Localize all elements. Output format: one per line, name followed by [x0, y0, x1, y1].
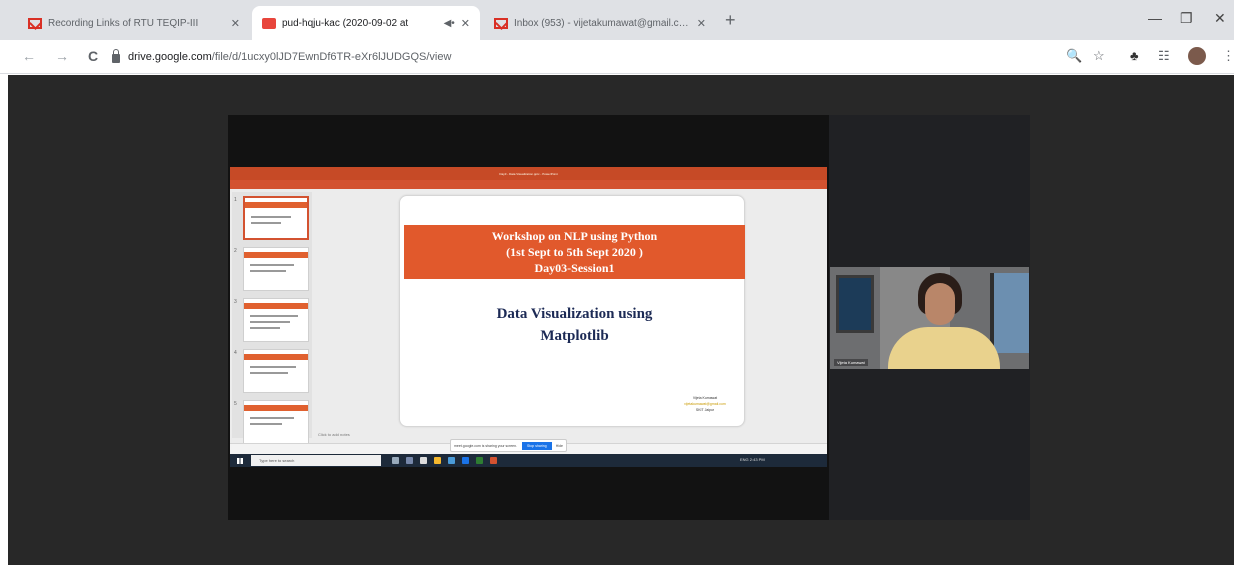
tab-inbox[interactable]: Inbox (953) - vijetakumawat@gmail.com ✕ [484, 6, 716, 40]
slide-thumbnail [243, 196, 309, 240]
tab-recording-links[interactable]: Recording Links of RTU TEQIP-III ✕ [18, 6, 250, 40]
hide-banner-button: Hide [555, 443, 563, 448]
slide-number: 4 [234, 350, 237, 356]
screen-sharing-banner: meet.google.com is sharing your screen. … [450, 439, 567, 452]
close-icon[interactable]: ✕ [697, 17, 706, 30]
tab-title: Inbox (953) - vijetakumawat@gmail.com [514, 17, 691, 29]
window-close-button[interactable]: ✕ [1214, 10, 1226, 27]
url-host: drive.google.com [128, 51, 212, 63]
slide-number: 2 [234, 248, 237, 254]
slide-number: 1 [234, 197, 237, 203]
tab-title: Recording Links of RTU TEQIP-III [48, 17, 199, 29]
slide-thumbnail [243, 400, 309, 444]
session-label: Day03-Session1 [534, 261, 615, 275]
powerpoint-icon [490, 457, 497, 464]
slide-thumbnail [243, 247, 309, 291]
back-button[interactable]: ← [22, 49, 36, 63]
tab-strip: Recording Links of RTU TEQIP-III ✕ pud-h… [0, 0, 1234, 40]
reload-button[interactable]: C [88, 49, 98, 63]
extension-icon[interactable]: ♣ [1130, 49, 1139, 63]
close-icon[interactable]: ✕ [231, 17, 240, 30]
heading-line: Matplotlib [540, 328, 609, 344]
slide-number: 5 [234, 401, 237, 407]
minimize-button[interactable]: — [1148, 10, 1162, 26]
mail-icon [462, 457, 469, 464]
restore-button[interactable]: ❐ [1180, 10, 1193, 27]
windows-start-icon [237, 458, 243, 464]
presenter-signature: Vijeta Kumawat vijetakumawat@gmail.com S… [670, 395, 740, 413]
store-icon [448, 457, 455, 464]
participant-name: Vijeta Kumawat [834, 359, 868, 366]
browser-toolbar: ← → C drive.google.com/file/d/1ucxy0lJD7… [0, 40, 1234, 74]
slide-title-band: Workshop on NLP using Python (1st Sept t… [404, 225, 745, 279]
new-tab-button[interactable]: + [725, 11, 736, 29]
profile-avatar[interactable] [1188, 47, 1206, 65]
slide-thumbnail [243, 349, 309, 393]
folder-icon [434, 457, 441, 464]
url-path: /file/d/1ucxy0lJD7EwnDf6TR-eXr6lJUDGQS/v… [211, 51, 452, 63]
slides-icon [262, 17, 276, 29]
tab-title: pud-hqju-kac (2020-09-02 at [282, 17, 409, 29]
zoom-icon[interactable]: 🔍 [1066, 49, 1082, 63]
stop-sharing-button: Stop sharing [522, 441, 552, 450]
explorer-icon [420, 457, 427, 464]
address-bar[interactable]: drive.google.com/file/d/1ucxy0lJD7EwnDf6… [112, 45, 1052, 69]
powerpoint-ribbon [230, 180, 827, 189]
audio-playing-icon[interactable]: ◀• [444, 18, 455, 29]
task-view-icon [392, 457, 399, 464]
tab-meet-recording[interactable]: pud-hqju-kac (2020-09-02 at ◀• ✕ [252, 6, 480, 40]
slide-thumbnail [243, 298, 309, 342]
system-tray-clock: ENG 2:43 PM [740, 457, 765, 462]
taskbar-search-box: Type here to search [251, 455, 381, 466]
chrome-icon [476, 457, 483, 464]
heading-line: Data Visualization using [496, 306, 653, 322]
slide-heading: Data Visualization using Matplotlib [404, 303, 745, 347]
forward-button[interactable]: → [55, 49, 69, 63]
close-icon[interactable]: ✕ [461, 17, 470, 30]
gmail-icon [28, 17, 42, 29]
lock-icon[interactable] [112, 48, 120, 63]
edge-icon [406, 457, 413, 464]
presenter-dept: SKIT Jaipur [695, 408, 715, 412]
slide-number: 3 [234, 299, 237, 305]
sharing-text: meet.google.com is sharing your screen. [454, 443, 518, 448]
menu-icon[interactable]: ⋮ [1222, 49, 1234, 63]
participant-video [830, 267, 1029, 369]
reading-list-icon[interactable]: ☷ [1158, 49, 1170, 63]
gmail-icon [494, 17, 508, 29]
bookmark-star-icon[interactable]: ☆ [1093, 49, 1105, 63]
workshop-title: Workshop on NLP using Python [491, 229, 658, 243]
powerpoint-title-bar: Day3 - Data Visualization.pptx - PowerPo… [230, 167, 827, 180]
notes-placeholder: Click to add notes [318, 432, 350, 437]
workshop-dates: (1st Sept to 5th Sept 2020 ) [506, 245, 643, 259]
